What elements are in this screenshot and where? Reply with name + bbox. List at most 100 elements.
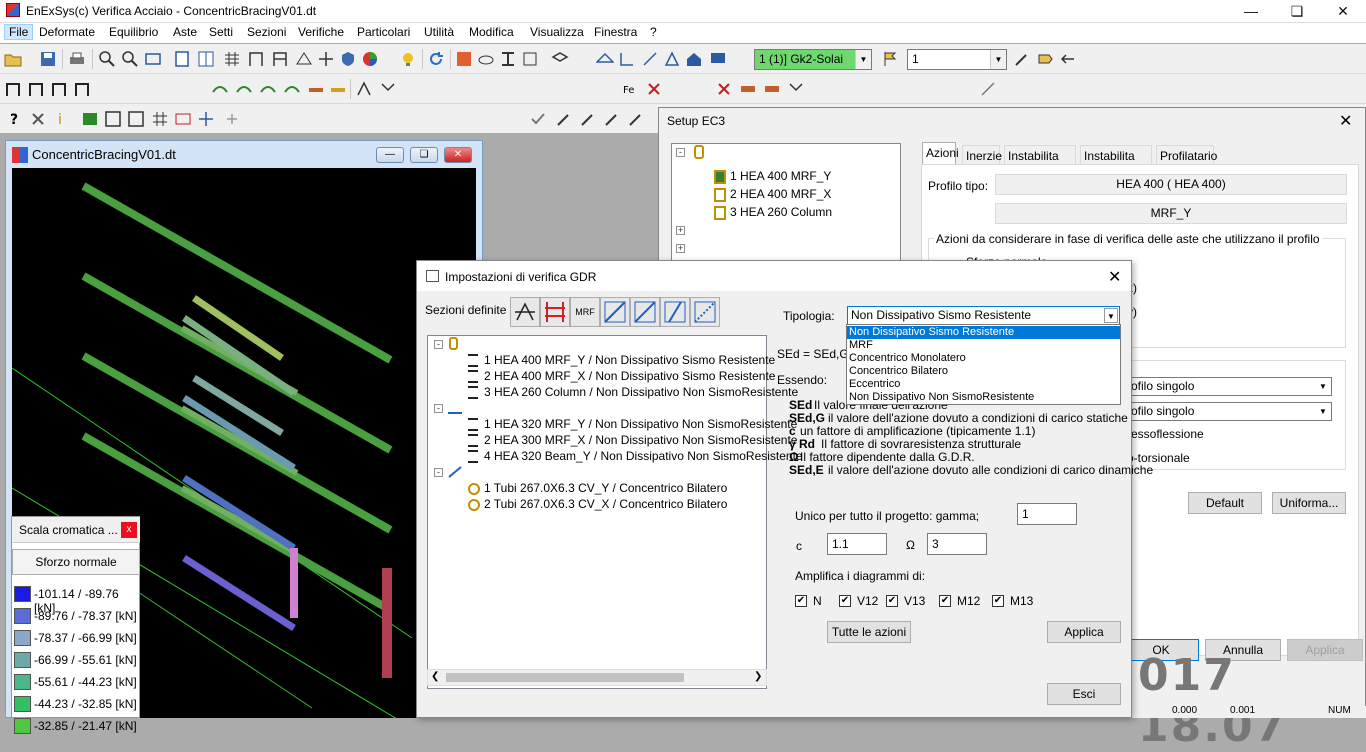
checkbox-m13[interactable]: ✔ — [992, 595, 1004, 607]
book-icon[interactable] — [80, 109, 100, 129]
number-select[interactable]: 1 ▼ — [907, 49, 1007, 70]
menu-aste[interactable]: Aste — [171, 25, 199, 39]
close-icon[interactable]: ✕ — [1339, 111, 1352, 131]
scroll-left-icon[interactable]: ❮ — [431, 671, 439, 682]
cross-section-filter-icon[interactable] — [510, 297, 540, 327]
checkbox-v13[interactable]: ✔ — [886, 595, 898, 607]
doc-restore-icon[interactable]: ❏ — [410, 147, 438, 163]
brace-4-filter-icon[interactable] — [690, 297, 720, 327]
frame-icon[interactable] — [246, 49, 266, 69]
frame-load-icon[interactable] — [3, 79, 23, 99]
checkbox-m12[interactable]: ✔ — [939, 595, 951, 607]
expand-icon[interactable]: + — [676, 244, 685, 253]
flag-icon[interactable] — [880, 49, 900, 69]
monitor-icon[interactable] — [708, 49, 728, 69]
menu-file[interactable]: File — [4, 24, 34, 40]
save-icon[interactable] — [38, 49, 58, 69]
house-icon[interactable] — [684, 49, 704, 69]
pick-3-icon[interactable] — [602, 109, 622, 129]
plate-icon[interactable] — [738, 79, 758, 99]
tree-item[interactable]: 2 Tubi 267.0X6.3 CV_X / Concentrico Bila… — [468, 497, 727, 511]
print-icon[interactable] — [67, 49, 87, 69]
menu-equilibrio[interactable]: Equilibrio — [107, 25, 160, 39]
mail-icon[interactable] — [173, 109, 193, 129]
tools-icon[interactable] — [28, 109, 48, 129]
esci-button[interactable]: Esci — [1047, 683, 1121, 705]
cloud-icon[interactable] — [476, 49, 496, 69]
check-icon[interactable] — [528, 109, 548, 129]
bar-color-2-icon[interactable] — [328, 79, 348, 99]
checkbox-v12[interactable]: ✔ — [839, 595, 851, 607]
stability-select-2[interactable]: ofilo singolo ▼ — [1127, 402, 1332, 421]
zoom-window-icon[interactable] — [143, 49, 163, 69]
layers-icon[interactable] — [550, 49, 570, 69]
bar-color-icon[interactable] — [306, 79, 326, 99]
doc-close-icon[interactable]: ✕ — [444, 147, 472, 163]
pick-2-icon[interactable] — [578, 109, 598, 129]
stress-icon[interactable] — [354, 79, 374, 99]
tree-horizontal-scrollbar[interactable]: ❮ ❯ — [427, 669, 767, 686]
applica-button[interactable]: Applica — [1047, 621, 1121, 643]
tutte-le-azioni-button[interactable]: Tutte le azioni — [827, 621, 911, 643]
c-input[interactable]: 1.1 — [827, 533, 887, 555]
pick-icon[interactable] — [554, 109, 574, 129]
tipologia-select[interactable]: Non Dissipativo Sismo Resistente ▼ — [847, 306, 1120, 325]
menu-particolari[interactable]: Particolari — [355, 25, 412, 39]
max-icon[interactable] — [378, 79, 398, 99]
tab-azioni[interactable]: Azioni — [922, 142, 959, 165]
grid-icon[interactable] — [222, 49, 242, 69]
zoom-in-icon[interactable] — [97, 49, 117, 69]
window-2-icon[interactable] — [126, 109, 146, 129]
zoom-out-icon[interactable] — [120, 49, 140, 69]
tree-item-profile-3[interactable]: 3 HEA 260 Column — [714, 205, 832, 220]
window-icon[interactable] — [103, 109, 123, 129]
brace-filter-icon[interactable] — [600, 297, 630, 327]
tree-item[interactable]: 1 Tubi 267.0X6.3 CV_Y / Concentrico Bila… — [468, 481, 727, 495]
restore-icon[interactable]: ❏ — [1274, 0, 1320, 23]
plus-icon[interactable] — [222, 109, 242, 129]
menu-visualizza[interactable]: Visualizza — [528, 25, 586, 39]
stability-select-1[interactable]: ofilo singolo ▼ — [1127, 377, 1332, 396]
deform-4-icon[interactable] — [282, 79, 302, 99]
tipologia-option[interactable]: Non Dissipativo Non SismoResistente — [847, 391, 1120, 404]
axes-icon[interactable] — [316, 49, 336, 69]
load-icon[interactable] — [640, 49, 660, 69]
axis-icon[interactable] — [196, 109, 216, 129]
tree-item-profile-2[interactable]: 2 HEA 400 MRF_X — [714, 187, 831, 202]
brace-2-filter-icon[interactable] — [630, 297, 660, 327]
layout-icon[interactable] — [172, 49, 192, 69]
close-icon[interactable]: ✕ — [1320, 0, 1366, 23]
menu-verifiche[interactable]: Verifiche — [296, 25, 346, 39]
menu-setti[interactable]: Setti — [207, 25, 235, 39]
scroll-right-icon[interactable]: ❯ — [754, 671, 762, 682]
max-2-icon[interactable] — [786, 79, 806, 99]
sections-tree[interactable]: - 1 HEA 400 MRF_Y / Non Dissipativo Sism… — [427, 335, 803, 689]
node-icon[interactable] — [662, 49, 682, 69]
bolt-icon[interactable] — [714, 79, 734, 99]
view-icon[interactable] — [294, 49, 314, 69]
tree-item[interactable]: 1 HEA 400 MRF_Y / Non Dissipativo Sismo … — [468, 353, 775, 368]
profile-tree[interactable]: - 1 HEA 400 MRF_Y 2 HEA 400 MRF_X 3 HEA … — [671, 143, 901, 263]
tree-item[interactable]: 3 HEA 260 Column / Non Dissipativo Non S… — [468, 385, 798, 400]
load-combination-select[interactable]: 1 (1)] Gk2-Solai ▼ — [754, 49, 872, 70]
shield-icon[interactable] — [338, 49, 358, 69]
fe-icon[interactable]: Fe — [620, 79, 640, 99]
default-button[interactable]: Default — [1188, 492, 1262, 514]
tree-item[interactable]: 2 HEA 400 MRF_X / Non Dissipativo Sismo … — [468, 369, 775, 384]
menu-utilita[interactable]: Utilità — [422, 25, 456, 39]
minimize-icon[interactable]: — — [1228, 0, 1274, 23]
tree-item[interactable]: 1 HEA 320 MRF_Y / Non Dissipativo Non Si… — [468, 417, 797, 432]
close-icon[interactable]: x — [121, 522, 137, 538]
beam-icon[interactable] — [498, 49, 518, 69]
frame-23-icon[interactable] — [72, 79, 92, 99]
frame-filter-icon[interactable] — [540, 297, 570, 327]
frame-12-icon[interactable] — [26, 79, 46, 99]
menu-deformate[interactable]: Deformate — [37, 25, 97, 39]
menu-sezioni[interactable]: Sezioni — [245, 25, 288, 39]
scroll-thumb[interactable] — [446, 673, 684, 682]
pick-4-icon[interactable] — [626, 109, 646, 129]
tab-instabilita-12[interactable]: Instabilita 1/2 — [1004, 145, 1076, 177]
help-icon[interactable]: ? — [5, 109, 25, 129]
menu-help[interactable]: ? — [648, 25, 659, 39]
tipologia-option[interactable]: Eccentrico — [847, 378, 1120, 391]
